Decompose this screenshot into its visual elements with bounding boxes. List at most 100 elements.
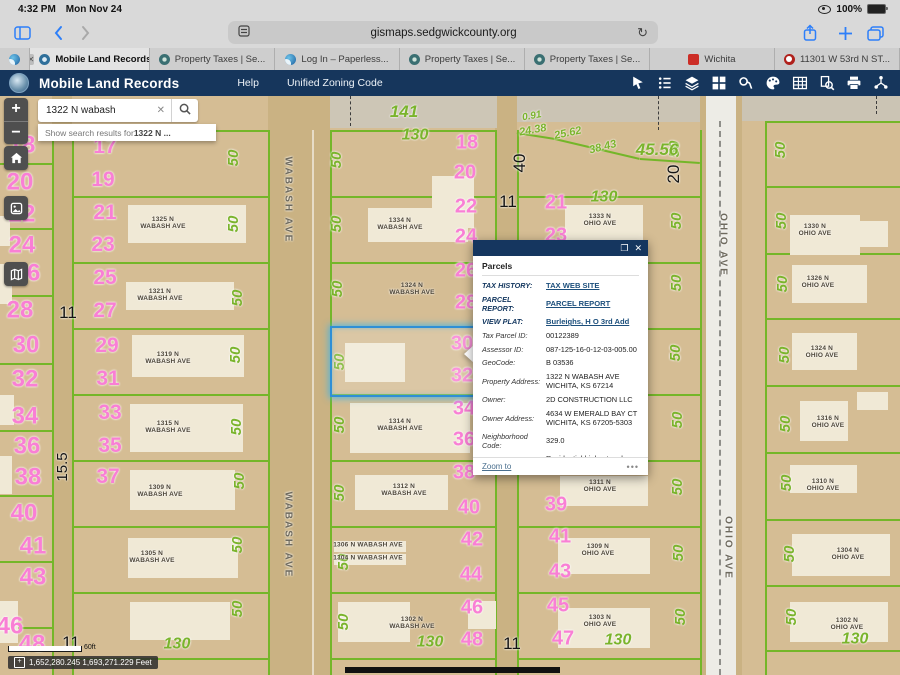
coordinates-badge: + 1,652,280.245 1,693,271.229 Feet [8,656,158,669]
dashed-lot-line [350,96,351,126]
forward-button[interactable] [81,25,91,41]
building-footprint [130,602,230,640]
parcel-address-label: 1321 N WABASH AVE [137,289,182,303]
draw-icon[interactable] [764,75,781,92]
share-map-icon[interactable] [872,75,889,92]
share-icon[interactable] [802,24,818,42]
search-suggestion[interactable]: Show search results for 1322 N ... [38,124,216,141]
parcel-address-label: 1309 N WABASH AVE [137,485,182,499]
zoom-control: + − [4,98,28,144]
dimension-50: 50 [784,609,800,626]
parcel-line [517,526,700,528]
parcel-address-label: 1311 N OHIO AVE [584,480,617,494]
tab-pinned[interactable] [0,48,30,70]
coordinates-icon[interactable]: + [14,657,25,668]
tab-property-taxes-se[interactable]: Property Taxes | Se... [525,48,650,70]
parcel-line [0,495,52,497]
parcel-line [765,519,900,521]
identify-search-icon[interactable] [818,75,835,92]
parcel-line [765,121,900,123]
dimension-label: 130 [591,190,618,207]
lot-number: 36 [14,433,41,458]
parcel-line [72,262,268,264]
clear-search-icon[interactable]: ✕ [151,105,171,116]
parcel-address-label: 1309 N OHIO AVE [582,544,615,558]
reload-icon[interactable]: ↻ [637,25,648,41]
popup-row-label: Owner Address: [482,414,542,423]
dimension-label: 45.56 [636,141,679,159]
dimension-50: 50 [670,412,686,429]
page-settings-icon[interactable] [238,25,250,40]
app-header: Mobile Land Records Help Unified Zoning … [0,70,900,96]
home-button[interactable] [4,146,28,170]
dimension-50: 50 [230,601,246,618]
tab-property-taxes-se[interactable]: Property Taxes | Se... [400,48,525,70]
parcel-line [330,130,332,675]
unified-zoning-code-link[interactable]: Unified Zoning Code [287,77,383,89]
tab-mobile-land-records[interactable]: ✕ Mobile Land Records [30,48,150,70]
map-view-button[interactable] [4,262,28,286]
help-link[interactable]: Help [237,77,259,89]
lot-number: 48 [19,631,46,656]
lot-number: 41 [549,527,571,548]
popup-row-link[interactable]: PARCEL REPORT [546,299,639,309]
popup-row-link[interactable]: TAX WEB SITE [546,281,639,291]
basemap-gallery-button[interactable] [4,196,28,220]
block-number: 11 [503,635,521,653]
zoom-in-button[interactable]: + [4,98,28,121]
close-icon[interactable]: ✕ [634,244,642,253]
parcel-line [72,196,268,198]
tab-log-in-paperless[interactable]: Log In – Paperless... [275,48,400,70]
map-canvas[interactable]: 1820222426283032343638404143464817192123… [0,96,900,675]
zoom-out-button[interactable]: − [4,121,28,145]
tabs-overview-icon[interactable] [867,26,884,41]
popup-row-label: Neighborhood Code: [482,432,542,450]
zoom-to-link[interactable]: Zoom to [482,462,511,471]
tab-11301-w-53rd-n-st[interactable]: 11301 W 53rd N ST... [775,48,900,70]
popup-row-link[interactable]: Burleighs, H O 3rd Add [546,317,639,327]
more-actions-icon[interactable]: ••• [627,462,639,472]
layers-icon[interactable] [683,75,700,92]
parcel-address-label: 1319 N WABASH AVE [145,352,190,366]
measure-icon[interactable] [737,75,754,92]
tab-label: Mobile Land Records [55,54,150,65]
parcel-address-label: 1326 N OHIO AVE [802,276,835,290]
lot-number: 31 [96,368,119,390]
street-name-label: OHIO AVE [722,516,733,580]
table-icon[interactable] [791,75,808,92]
dimension-50: 50 [228,347,244,364]
popup-info-row: Assessor ID:087-125-16-0-12-03-005.00 [482,345,639,355]
search-input[interactable]: 1322 N wabash [38,105,151,116]
print-icon[interactable] [845,75,862,92]
status-bar: 4:32 PM Mon Nov 24 100% [0,0,900,18]
scale-bar [8,646,82,652]
parcel-line [765,650,900,652]
parcel-line [72,460,268,462]
street-name-label: WABASH AVE [282,492,293,579]
tab-property-taxes-se[interactable]: Property Taxes | Se... [150,48,275,70]
lot-number: 44 [460,565,482,586]
tab-wichita[interactable]: Wichita [650,48,775,70]
popup-info-row: GeoCode:B 03536 [482,358,639,368]
new-tab-icon[interactable] [838,26,853,41]
legend-icon[interactable] [656,75,673,92]
lot-number: 40 [458,498,480,519]
dimension-50: 50 [226,150,242,167]
popup-info-row: Owner:2D CONSTRUCTION LLC [482,395,639,405]
lot-number: 42 [461,530,483,551]
basemap-icon[interactable] [710,75,727,92]
lot-number: 25 [93,267,116,289]
parcel-address-label: 1333 N OHIO AVE [584,214,617,228]
back-button[interactable] [53,25,63,41]
dimension-50: 50 [668,345,684,362]
tab-close-icon[interactable]: ✕ [30,54,34,65]
select-tool-icon[interactable] [629,75,646,92]
search-submit-icon[interactable] [172,102,198,120]
parcel-popup: ❐ ✕ Parcels TAX HISTORY:TAX WEB SITEPARC… [473,240,648,475]
popup-row-label: GeoCode: [482,358,542,367]
address-bar[interactable]: gismaps.sedgwickcounty.org ↻ [228,21,658,44]
maximize-icon[interactable]: ❐ [620,244,628,253]
parcel-line [765,186,900,188]
lot-number: 35 [98,435,121,457]
sidebar-toggle-icon[interactable] [14,26,31,40]
